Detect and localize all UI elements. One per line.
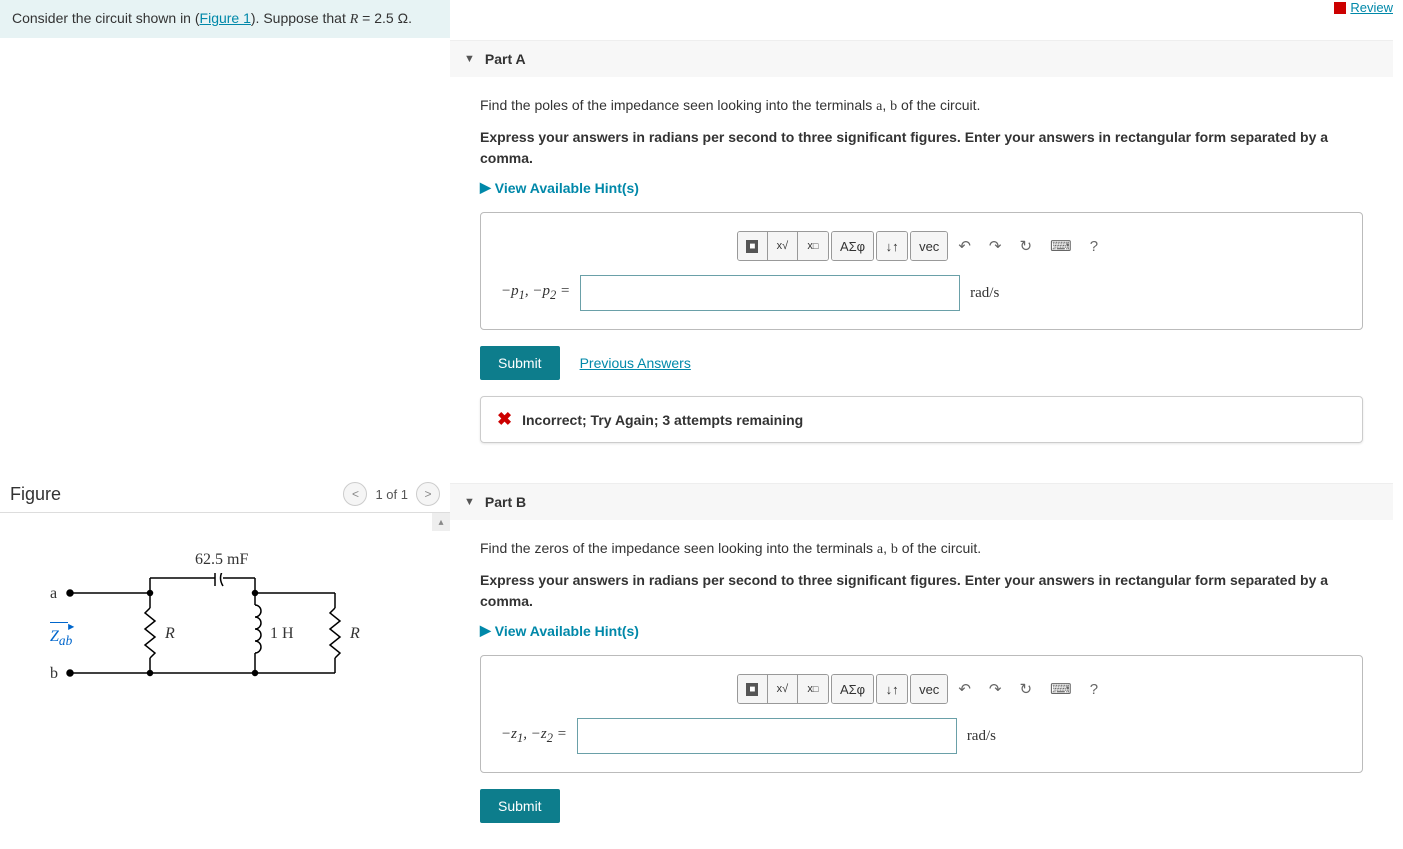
answer-input-a[interactable] [580,275,960,311]
answer-unit-a: rad/s [970,285,999,302]
figure-prev-button[interactable]: < [343,482,367,506]
arrows-button[interactable]: ↓↑ [877,675,907,703]
caret-right-icon: ▶ [480,179,491,196]
redo-button[interactable]: ↷ [981,232,1010,260]
part-a-instruction2: Express your answers in radians per seco… [480,127,1363,169]
figure-body: ▴ 62.5 mF a b Zab ▶ R 1 H R [0,512,450,742]
problem-variable: R [350,12,359,27]
caret-right-icon: ▶ [480,622,491,639]
fraction-button[interactable]: x√ [768,232,798,260]
zab-label: Zab ▶ [50,628,72,649]
answer-label-a: −p1, −p2 = [501,283,570,303]
fraction-button[interactable]: x√ [768,675,798,703]
keyboard-button[interactable]: ⌨ [1042,675,1080,703]
toolbar-b: ■ x√ x□ ΑΣφ ↓↑ vec ↶ [501,674,1342,704]
part-a-header[interactable]: ▼ Part A [450,40,1393,77]
part-a-section: ▼ Part A Find the poles of the impedance… [450,40,1393,453]
feedback-text-a: Incorrect; Try Again; 3 attempts remaini… [522,412,803,428]
reset-button[interactable]: ↻ [1011,232,1040,260]
scroll-up-icon[interactable]: ▴ [432,513,450,531]
figure-counter: 1 of 1 [375,487,408,502]
subscript-button[interactable]: x□ [798,675,828,703]
vec-button[interactable]: vec [911,675,947,703]
answer-box-b: ■ x√ x□ ΑΣφ ↓↑ vec ↶ [480,655,1363,773]
vec-button[interactable]: vec [911,232,947,260]
answer-box-a: ■ x√ x□ ΑΣφ ↓↑ vec ↶ [480,212,1363,330]
problem-text-after: ). Suppose that [251,10,350,26]
incorrect-icon: ✖ [497,409,512,430]
feedback-box-a: ✖ Incorrect; Try Again; 3 attempts remai… [480,396,1363,443]
r2-label: R [350,625,360,643]
previous-answers-a[interactable]: Previous Answers [580,355,691,371]
submit-button-b[interactable]: Submit [480,789,560,823]
part-b-section: ▼ Part B Find the zeros of the impedance… [450,483,1393,849]
review-link[interactable]: Review [1334,0,1393,15]
caret-down-icon: ▼ [464,53,475,65]
view-hints-a[interactable]: ▶ View Available Hint(s) [480,179,1363,196]
figure-title: Figure [10,484,61,505]
undo-button[interactable]: ↶ [950,675,979,703]
circuit-diagram: 62.5 mF a b Zab ▶ R 1 H R [50,573,400,713]
part-b-instruction2: Express your answers in radians per seco… [480,570,1363,612]
keyboard-button[interactable]: ⌨ [1042,232,1080,260]
greek-button[interactable]: ΑΣφ [832,232,873,260]
terminal-a-label: a [50,585,57,603]
flag-icon [1334,2,1346,14]
help-button[interactable]: ? [1082,233,1106,260]
answer-input-b[interactable] [577,718,957,754]
terminal-b-label: b [50,665,58,683]
submit-button-a[interactable]: Submit [480,346,560,380]
problem-statement: Consider the circuit shown in (Figure 1)… [0,0,450,38]
inductor-label: 1 H [270,625,294,643]
caret-down-icon: ▼ [464,496,475,508]
figure-next-button[interactable]: > [416,482,440,506]
figure-link[interactable]: Figure 1 [200,10,251,26]
redo-button[interactable]: ↷ [981,675,1010,703]
figure-section: Figure < 1 of 1 > ▴ 62.5 mF a b Zab ▶ [0,476,450,742]
capacitor-label: 62.5 mF [195,551,248,569]
greek-button[interactable]: ΑΣφ [832,675,873,703]
templates-button[interactable]: ■ [738,675,768,703]
reset-button[interactable]: ↻ [1011,675,1040,703]
part-b-title: Part B [485,494,526,510]
part-b-instruction1: Find the zeros of the impedance seen loo… [480,538,1363,560]
problem-value: = 2.5 Ω. [358,10,412,26]
toolbar-a: ■ x√ x□ ΑΣφ ↓↑ vec ↶ [501,231,1342,261]
part-a-title: Part A [485,51,526,67]
undo-button[interactable]: ↶ [950,232,979,260]
arrows-button[interactable]: ↓↑ [877,232,907,260]
part-a-instruction1: Find the poles of the impedance seen loo… [480,95,1363,117]
subscript-button[interactable]: x□ [798,232,828,260]
r1-label: R [165,625,175,643]
help-button[interactable]: ? [1082,676,1106,703]
problem-text-before: Consider the circuit shown in ( [12,10,200,26]
templates-button[interactable]: ■ [738,232,768,260]
view-hints-b[interactable]: ▶ View Available Hint(s) [480,622,1363,639]
part-b-header[interactable]: ▼ Part B [450,483,1393,520]
answer-label-b: −z1, −z2 = [501,726,567,746]
answer-unit-b: rad/s [967,728,996,745]
